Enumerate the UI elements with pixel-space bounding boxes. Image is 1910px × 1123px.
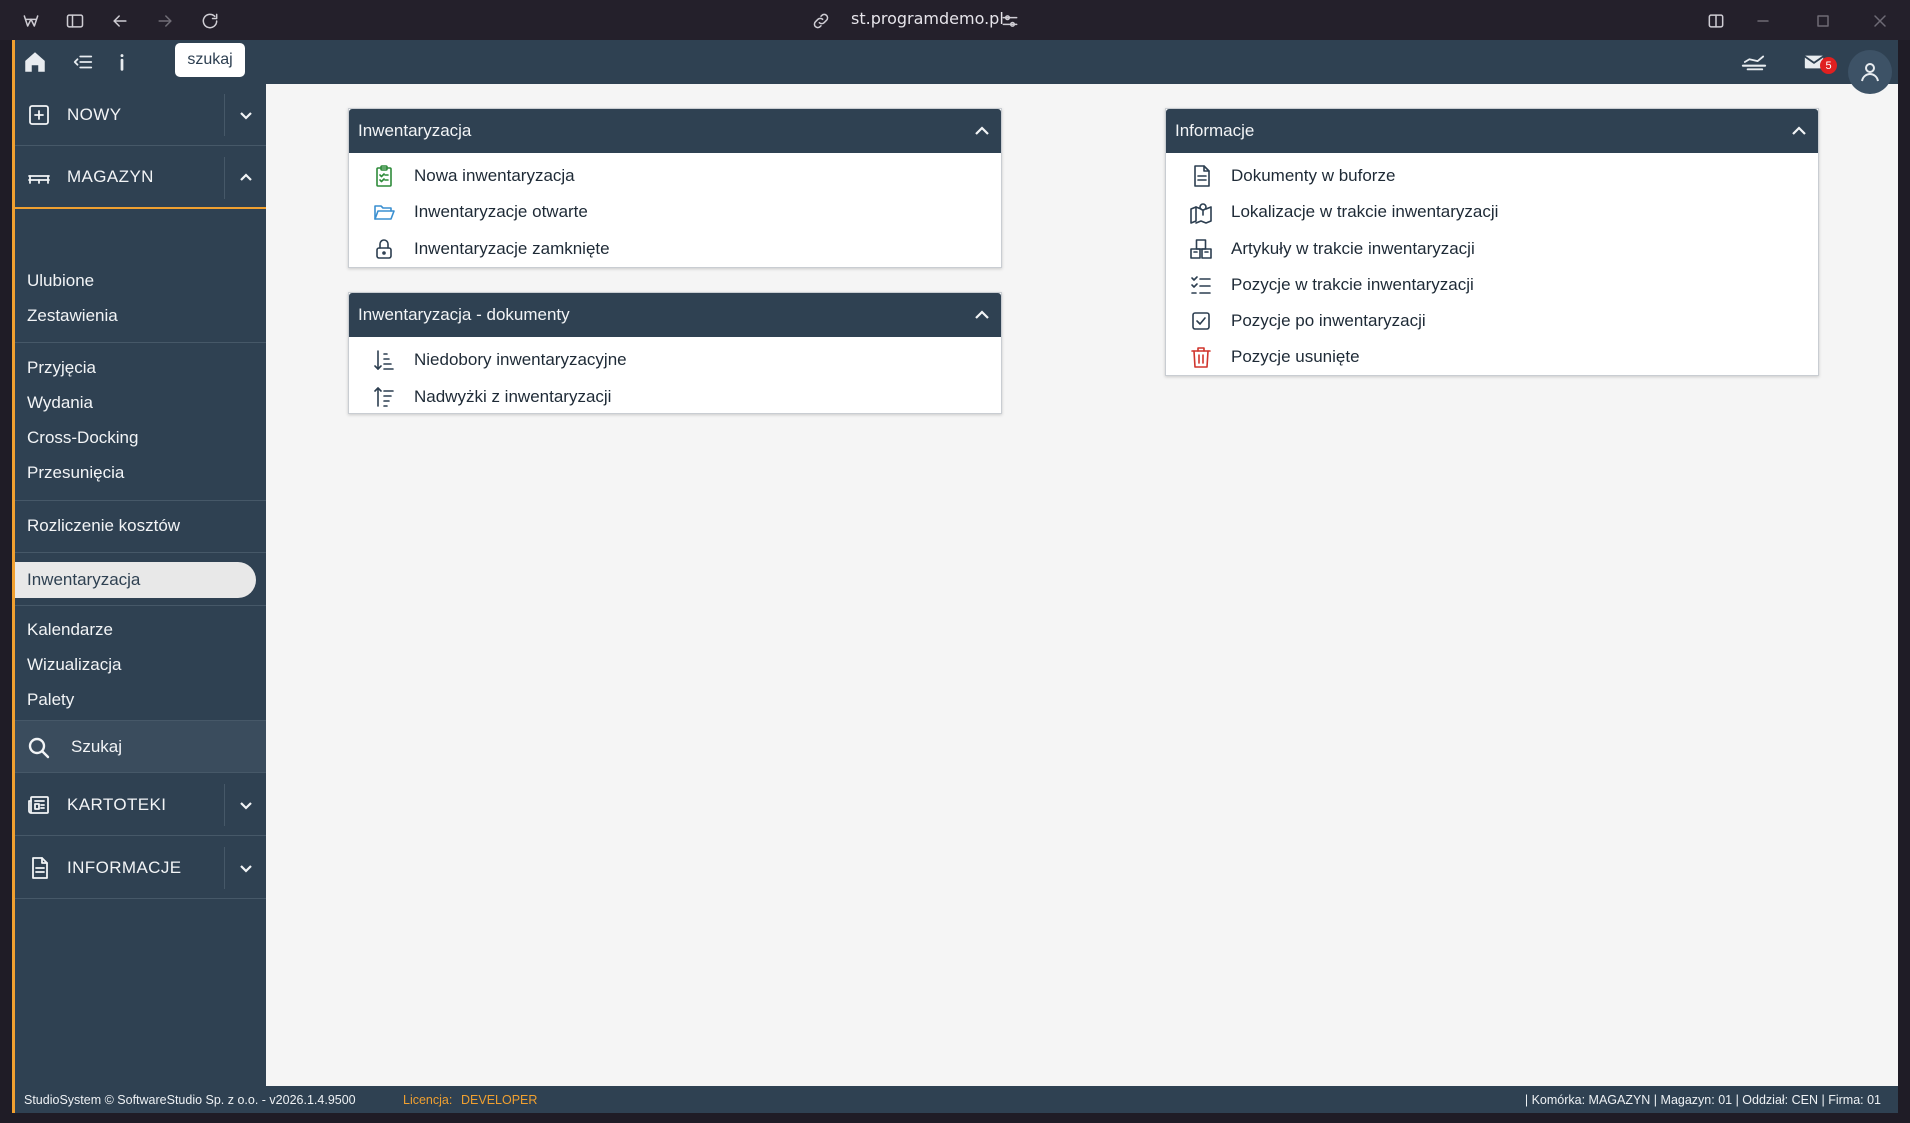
sidebar-section-kartoteki[interactable]: KARTOTEKI — [15, 774, 266, 836]
chevron-down-icon[interactable] — [224, 847, 266, 889]
footer-license-value: DEVELOPER — [461, 1093, 538, 1107]
sidebar-search[interactable]: Szukaj — [15, 720, 266, 773]
close-window-icon[interactable] — [1869, 10, 1891, 32]
transfer-icon[interactable] — [1739, 49, 1769, 75]
menu-link-label: Nadwyżki z inwentaryzacji — [414, 387, 612, 406]
document-icon — [1188, 163, 1214, 189]
browser-toolbar: st.programdemo.pl — [0, 0, 1910, 40]
trash-icon — [1188, 344, 1214, 370]
site-settings-icon[interactable] — [999, 10, 1021, 32]
sort-ascending-icon — [371, 384, 397, 410]
panel-header[interactable]: Inwentaryzacja - dokumenty — [349, 293, 1001, 337]
mail-count-badge: 5 — [1820, 57, 1837, 74]
document-icon — [27, 856, 51, 880]
footer-copyright: StudioSystem © SoftwareStudio Sp. z o.o.… — [24, 1093, 356, 1107]
sidebar-search-label: Szukaj — [71, 736, 123, 756]
maximize-icon[interactable] — [1812, 10, 1834, 32]
sidebar-section-label: NOWY — [67, 104, 122, 124]
sidebar-item-przyjecia[interactable]: Przyjęcia — [27, 358, 96, 378]
sidebar-divider — [15, 552, 266, 553]
sidebar-item-inwentaryzacja[interactable]: Inwentaryzacja — [15, 562, 256, 598]
reload-icon[interactable] — [199, 10, 221, 32]
back-icon[interactable] — [109, 10, 131, 32]
sidebar-section-informacje[interactable]: INFORMACJE — [15, 837, 266, 899]
sidebar-item-kalendarze[interactable]: Kalendarze — [27, 620, 113, 640]
menu-link-label: Inwentaryzacje zamknięte — [414, 239, 610, 258]
chevron-up-icon[interactable] — [973, 122, 991, 140]
map-pin-icon — [1188, 199, 1214, 225]
menu-link-label: Inwentaryzacje otwarte — [414, 202, 588, 221]
home-icon[interactable] — [21, 48, 49, 76]
status-footer: StudioSystem © SoftwareStudio Sp. z o.o.… — [15, 1086, 1898, 1113]
panel-title: Informacje — [1175, 121, 1255, 140]
sidebar-section-magazyn[interactable]: MAGAZYN — [15, 147, 266, 209]
chevron-up-icon[interactable] — [224, 157, 266, 199]
plus-square-icon — [27, 103, 51, 127]
newspaper-icon — [27, 793, 51, 817]
split-view-icon[interactable] — [1705, 10, 1727, 32]
folder-open-icon — [371, 199, 397, 225]
menu-link-label: Lokalizacje w trakcie inwentaryzacji — [1231, 202, 1499, 221]
chevron-down-icon[interactable] — [224, 784, 266, 826]
sidebar-item-wizualizacja[interactable]: Wizualizacja — [27, 655, 121, 675]
address-bar-url[interactable]: st.programdemo.pl — [851, 9, 1004, 28]
menu-link-label: Pozycje w trakcie inwentaryzacji — [1231, 275, 1474, 294]
sidebar-divider — [15, 605, 266, 606]
sidebar-divider — [15, 500, 266, 501]
sidebar: NOWY MAGAZYN Ulubione Zestawienia Przyję… — [15, 84, 266, 1086]
sidebar-item-przesuniecia[interactable]: Przesunięcia — [27, 463, 124, 483]
link-icon[interactable] — [810, 10, 832, 32]
application: szukaj 5 NOWY MAGAZYN Ulubione Zestawien… — [12, 40, 1898, 1113]
search-button[interactable]: szukaj — [175, 43, 245, 77]
menu-link-label: Pozycje po inwentaryzacji — [1231, 311, 1426, 330]
forward-icon[interactable] — [154, 10, 176, 32]
sidebar-divider — [15, 342, 266, 343]
sidebar-section-label: MAGAZYN — [67, 167, 154, 186]
sidebar-item-wydania[interactable]: Wydania — [27, 393, 93, 413]
sidebar-toggle-icon[interactable] — [64, 10, 86, 32]
sidebar-section-label: INFORMACJE — [67, 857, 182, 877]
boxes-icon — [1188, 236, 1214, 262]
footer-status: | Komórka: MAGAZYN | Magazyn: 01 | Oddzi… — [1524, 1093, 1881, 1107]
chevron-down-icon[interactable] — [224, 94, 266, 136]
clipboard-check-icon — [371, 163, 397, 189]
sort-descending-icon — [371, 347, 397, 373]
panel-header[interactable]: Informacje — [1166, 109, 1818, 153]
chevron-up-icon[interactable] — [973, 306, 991, 324]
chevron-up-icon[interactable] — [1790, 122, 1808, 140]
warehouse-shelf-icon — [27, 166, 51, 190]
panel-title: Inwentaryzacja - dokumenty — [358, 305, 570, 324]
menu-link-label: Dokumenty w buforze — [1231, 166, 1396, 185]
lock-icon — [371, 236, 397, 262]
minimize-icon[interactable] — [1752, 10, 1774, 32]
checkbox-checked-icon — [1188, 308, 1214, 334]
sidebar-item-zestawienia[interactable]: Zestawienia — [27, 306, 118, 326]
menu-link-label: Pozycje usunięte — [1231, 347, 1360, 366]
user-avatar[interactable] — [1848, 50, 1892, 94]
sidebar-item-palety[interactable]: Palety — [27, 690, 74, 710]
panel-inwentaryzacja-dokumenty: Inwentaryzacja - dokumenty Niedobory inw… — [348, 292, 1002, 414]
sidebar-item-rozliczenie-kosztow[interactable]: Rozliczenie kosztów — [27, 516, 180, 536]
footer-license-label: Licencja: — [403, 1093, 453, 1107]
sidebar-item-ulubione[interactable]: Ulubione — [27, 271, 94, 291]
checklist-icon — [1188, 272, 1214, 298]
sidebar-section-label: KARTOTEKI — [67, 794, 167, 814]
menu-link-label: Nowa inwentaryzacja — [414, 166, 575, 185]
info-icon[interactable] — [110, 50, 134, 74]
menu-link-label: Artykuły w trakcie inwentaryzacji — [1231, 239, 1475, 258]
panel-header[interactable]: Inwentaryzacja — [349, 109, 1001, 153]
browser-logo-icon[interactable] — [20, 10, 42, 32]
menu-link-label: Niedobory inwentaryzacyjne — [414, 350, 627, 369]
panel-title: Inwentaryzacja — [358, 121, 472, 140]
search-icon — [27, 736, 51, 760]
sidebar-section-nowy[interactable]: NOWY — [15, 84, 266, 146]
collapse-menu-icon[interactable] — [71, 50, 95, 74]
panel-informacje: Informacje Dokumenty w buforze Lokalizac… — [1165, 108, 1819, 376]
sidebar-item-cross-docking[interactable]: Cross-Docking — [27, 428, 138, 448]
app-topbar: szukaj 5 — [15, 40, 1898, 94]
panel-inwentaryzacja: Inwentaryzacja Nowa inwentaryzacja Inwen… — [348, 108, 1002, 268]
